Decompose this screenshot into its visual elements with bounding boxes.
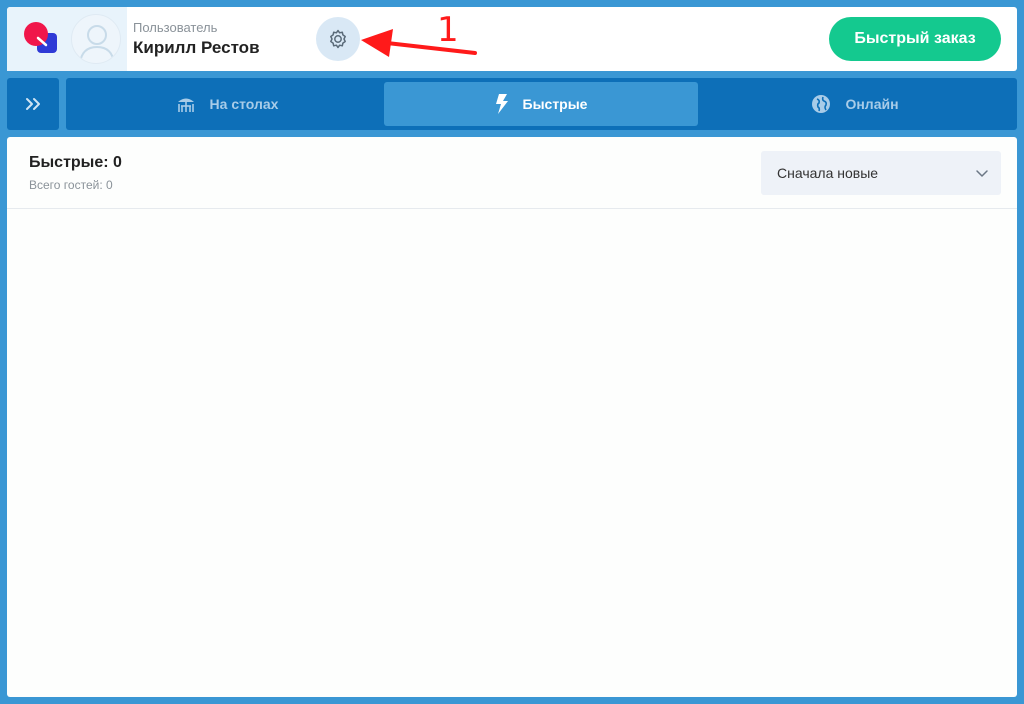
sort-value: Сначала новые (777, 165, 879, 181)
annotation-arrow (361, 29, 477, 57)
orders-panel: Быстрые: 0 Всего гостей: 0 Сначала новые (7, 137, 1017, 697)
tab-label: На столах (209, 96, 279, 112)
logo-area (7, 7, 127, 71)
tab-on-tables[interactable]: На столах (70, 82, 384, 126)
gear-icon (330, 29, 346, 49)
user-avatar (71, 14, 121, 64)
app-logo (24, 22, 57, 53)
user-silhouette-icon (79, 25, 115, 63)
settings-button[interactable] (316, 17, 360, 61)
order-tabs: На столах Быстрые Онлайн (66, 78, 1017, 130)
tab-online[interactable]: Онлайн (698, 82, 1012, 126)
section-title: Быстрые: 0 (29, 154, 122, 171)
annotation-number: 1 (437, 10, 459, 50)
user-name: Кирилл Рестов (133, 38, 260, 57)
tab-quick[interactable]: Быстрые (384, 82, 698, 126)
double-chevron-right-icon (26, 98, 40, 110)
panel-header: Быстрые: 0 Всего гостей: 0 Сначала новые (7, 137, 1017, 209)
expand-sidebar-button[interactable] (7, 78, 59, 130)
globe-icon (812, 95, 831, 113)
sort-dropdown[interactable]: Сначала новые (761, 151, 1001, 195)
tab-label: Онлайн (845, 96, 899, 112)
top-header: Пользователь Кирилл Рестов 1 Быстрый зак… (7, 7, 1017, 71)
user-caption: Пользователь (133, 20, 218, 35)
quick-order-button[interactable]: Быстрый заказ (829, 17, 1001, 61)
tab-label: Быстрые (522, 96, 588, 112)
table-umbrella-icon (177, 98, 194, 112)
chevron-down-icon (976, 170, 988, 177)
guest-count: Всего гостей: 0 (29, 178, 113, 192)
lightning-icon (495, 94, 508, 114)
